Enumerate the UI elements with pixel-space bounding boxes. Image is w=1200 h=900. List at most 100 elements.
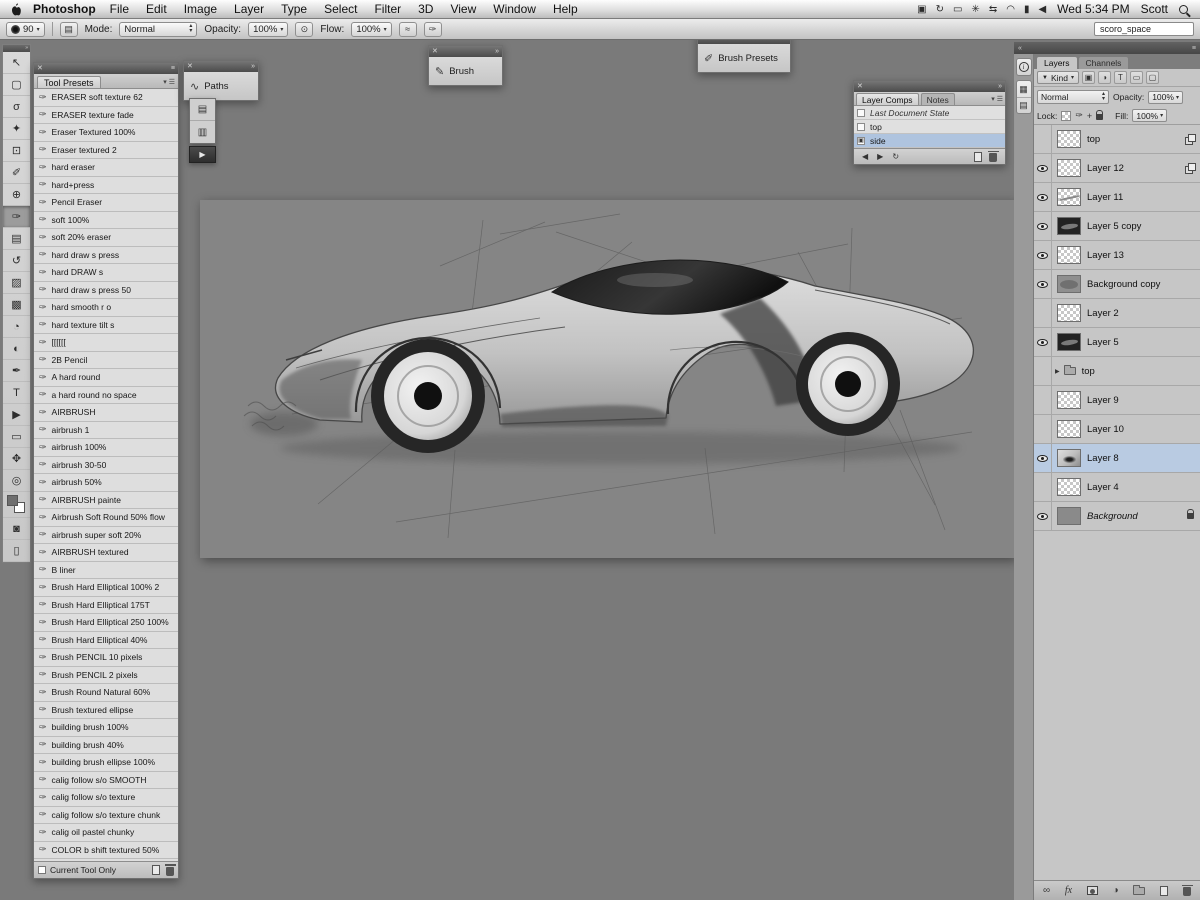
tool-preset-item[interactable]: ✑ Pencil Eraser	[34, 194, 178, 212]
collapse-dock-icon[interactable]: «	[1018, 45, 1022, 52]
menu-item-select[interactable]: Select	[324, 2, 357, 16]
tool-preset-item[interactable]: ✑ hard texture tilt s	[34, 317, 178, 334]
prev-comp-button[interactable]: ◀	[862, 152, 868, 161]
visibility-toggle[interactable]	[1034, 357, 1052, 385]
layer-thumbnail[interactable]	[1057, 478, 1081, 496]
tablet-opacity-button[interactable]: ⊙	[295, 21, 314, 37]
eraser-tool[interactable]: ▨	[3, 272, 30, 294]
tool-preset-item[interactable]: ✑ calig oil pastel chunky	[34, 824, 178, 842]
tool-preset-item[interactable]: ✑ ERASER soft texture 62	[34, 89, 178, 107]
layer-thumbnail[interactable]	[1057, 333, 1081, 351]
sync-icon[interactable]: ⇆	[989, 4, 997, 15]
tools-palette-header[interactable]: »	[3, 45, 30, 52]
tool-preset-item[interactable]: ✑ calig follow s/o SMOOTH	[34, 772, 178, 789]
filter-smart-objects-icon[interactable]: ▢	[1145, 71, 1159, 84]
menu-item-type[interactable]: Type	[281, 2, 307, 16]
layer-blend-mode-dropdown[interactable]: Normal ▴ ▾	[1037, 90, 1109, 104]
menu-item-window[interactable]: Window	[493, 2, 536, 16]
crop-tool[interactable]: ⊡	[3, 140, 30, 162]
panel-menu-icon[interactable]: ≡	[171, 64, 175, 74]
layer-row-layer-5[interactable]: Layer 5	[1034, 328, 1200, 357]
layer-row-top[interactable]: top	[1034, 125, 1200, 154]
filter-adjustment-layers-icon[interactable]: ◑	[1097, 71, 1111, 84]
tool-preset-item[interactable]: ✑ Brush PENCIL 2 pixels	[34, 667, 178, 684]
delete-layer-button[interactable]	[1181, 884, 1193, 896]
layer-row-layer-8[interactable]: Layer 8	[1034, 444, 1200, 473]
lock-all-icon[interactable]	[1096, 110, 1104, 120]
tool-preset-item[interactable]: ✑ B liner	[34, 562, 178, 579]
tool-preset-picker[interactable]: 90 ▾	[6, 21, 45, 37]
menu-item-layer[interactable]: Layer	[234, 2, 264, 16]
lock-move-icon[interactable]: +	[1087, 111, 1092, 121]
layer-thumbnail[interactable]	[1057, 507, 1081, 525]
tool-preset-item[interactable]: ✑ Eraser textured 2	[34, 142, 178, 159]
info-panel-button[interactable]: i	[1015, 58, 1032, 76]
lock-paint-icon[interactable]: ✑	[1075, 110, 1083, 121]
tool-preset-item[interactable]: ✑ hard draw s press	[34, 247, 178, 264]
layer-row-layer-11[interactable]: Layer 11	[1034, 183, 1200, 212]
panel-options-icon[interactable]: ▾ ☰	[991, 95, 1003, 105]
tool-preset-item[interactable]: ✑ airbrush 30-50	[34, 457, 178, 474]
tool-preset-item[interactable]: ✑ a hard round no space	[34, 387, 178, 404]
visibility-toggle[interactable]	[1034, 502, 1052, 530]
gradient-tool[interactable]: ▩	[3, 294, 30, 316]
tool-preset-item[interactable]: ✑ A hard round	[34, 369, 178, 387]
visibility-toggle[interactable]	[1034, 154, 1052, 182]
tool-preset-item[interactable]: ✑ soft 100%	[34, 212, 178, 229]
panel-options-icon[interactable]: ▾ ☰	[163, 78, 175, 88]
tool-preset-item[interactable]: ✑ airbrush 100%	[34, 439, 178, 457]
quick-mask-button[interactable]: ◙	[3, 518, 30, 540]
visibility-toggle[interactable]	[1034, 473, 1052, 501]
layer-opacity-dropdown[interactable]: 100% ▾	[1148, 90, 1183, 104]
current-tool-only-checkbox[interactable]	[38, 866, 46, 874]
eyedropper-tool[interactable]: ✐	[3, 162, 30, 184]
visibility-toggle[interactable]	[1034, 125, 1052, 153]
brush-tool[interactable]: ✑	[3, 206, 30, 228]
display-icon[interactable]: ▣	[917, 4, 926, 15]
menu-item-edit[interactable]: Edit	[146, 2, 167, 16]
app-menu[interactable]: Photoshop	[33, 2, 96, 16]
tool-preset-item[interactable]: ✑ COLOR b shift textured 50%	[34, 842, 178, 859]
collapsed-panel-icon-2[interactable]: ▥	[190, 121, 215, 143]
healing-brush-tool[interactable]: ⊕	[3, 184, 30, 206]
visibility-toggle[interactable]	[1034, 270, 1052, 298]
layer-thumbnail[interactable]	[1057, 159, 1081, 177]
visibility-toggle[interactable]	[1034, 212, 1052, 240]
new-preset-button[interactable]	[152, 865, 160, 875]
layer-fill-dropdown[interactable]: 100% ▾	[1132, 109, 1168, 122]
visibility-toggle[interactable]	[1034, 241, 1052, 269]
tool-preset-item[interactable]: ✑ Brush textured ellipse	[34, 702, 178, 719]
comp-checkbox[interactable]	[857, 108, 865, 117]
tool-preset-item[interactable]: ✑ Brush Hard Elliptical 175T	[34, 597, 178, 614]
layer-thumbnail[interactable]	[1057, 130, 1081, 148]
notes-panel-icon[interactable]: ▤	[1016, 97, 1031, 113]
disclosure-triangle-icon[interactable]: ▶	[1055, 368, 1060, 375]
comp-checkbox[interactable]	[857, 122, 865, 131]
panel-group-buttons[interactable]: ▦ ▤	[1015, 80, 1032, 114]
layer-thumbnail[interactable]	[1057, 188, 1081, 206]
document-canvas[interactable]	[200, 200, 1015, 558]
visibility-toggle[interactable]	[1034, 444, 1052, 472]
layer-comp-row[interactable]: top	[854, 120, 1005, 134]
drive-icon[interactable]: ▭	[953, 4, 962, 15]
history-brush-tool[interactable]: ↺	[3, 250, 30, 272]
tool-preset-item[interactable]: ✑ building brush ellipse 100%	[34, 754, 178, 772]
tablet-size-button[interactable]: ✑	[423, 21, 442, 37]
lock-transparency-icon[interactable]	[1061, 110, 1072, 121]
tab-notes[interactable]: Notes	[920, 93, 955, 105]
layer-row-top[interactable]: ▶ top	[1034, 357, 1200, 386]
opacity-dropdown[interactable]: 100% ▾	[248, 21, 289, 37]
tool-preset-item[interactable]: ✑ ERASER texture fade	[34, 107, 178, 124]
layer-effects-button[interactable]: fx	[1065, 885, 1072, 896]
layer-thumbnail[interactable]	[1057, 217, 1081, 235]
layer-row-layer-13[interactable]: Layer 13	[1034, 241, 1200, 270]
tool-preset-item[interactable]: ✑ calig follow s/o texture chunk	[34, 807, 178, 824]
tool-preset-item[interactable]: ✑ building brush 40%	[34, 737, 178, 754]
comp-applied-icon[interactable]	[857, 136, 865, 145]
dock-menu-icon[interactable]: ≡	[1192, 45, 1196, 52]
close-icon[interactable]: ✕	[187, 62, 193, 72]
layer-thumbnail[interactable]	[1057, 449, 1081, 467]
filter-type-layers-icon[interactable]: T	[1113, 71, 1127, 84]
tab-channels[interactable]: Channels	[1078, 57, 1129, 69]
next-comp-button[interactable]: ▶	[877, 152, 883, 161]
